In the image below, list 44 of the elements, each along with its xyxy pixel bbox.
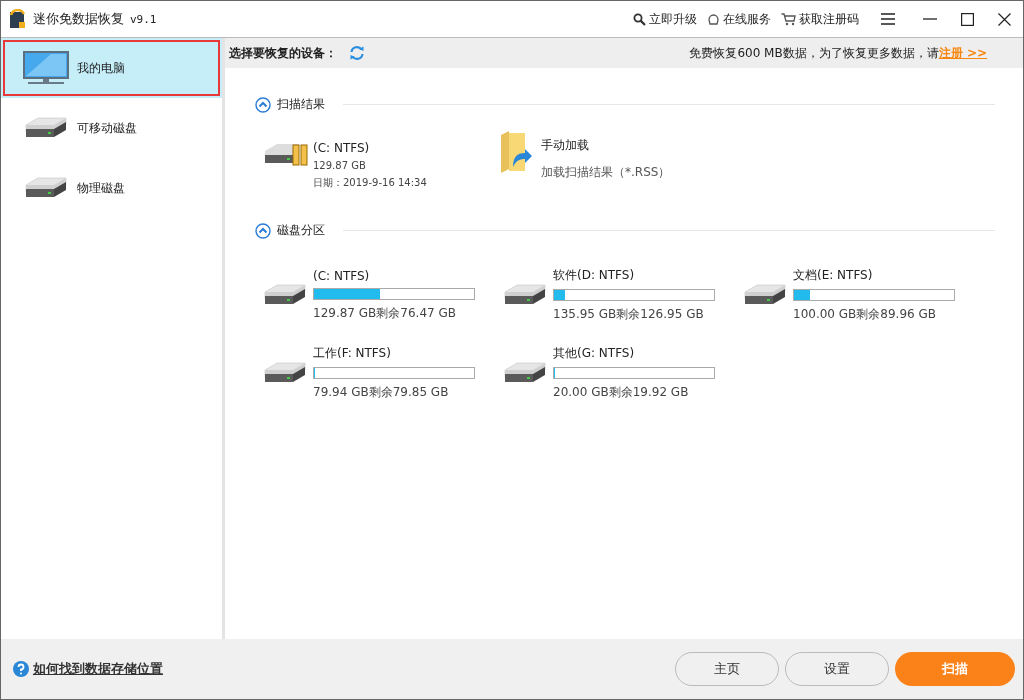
headset-icon <box>707 12 720 26</box>
menu-icon[interactable] <box>881 13 895 25</box>
footer-button[interactable]: 设置 <box>785 652 889 686</box>
title-link[interactable]: 获取注册码 <box>781 10 859 28</box>
usage-text: 135.95 GB剩余126.95 GB <box>553 306 705 323</box>
manual-load-subtitle: 加载扫描结果（*.RSS） <box>541 164 671 181</box>
section-title: 磁盘分区 <box>277 222 325 239</box>
partition-name: (C: NTFS) <box>313 268 371 283</box>
cart-icon <box>781 12 796 26</box>
collapse-icon[interactable] <box>255 222 271 239</box>
title-link[interactable]: 立即升级 <box>633 10 697 28</box>
usage-text: 129.87 GB剩余76.47 GB <box>313 304 458 322</box>
help-icon[interactable] <box>13 661 29 677</box>
app-logo-icon <box>9 9 27 29</box>
paused-drive-icon <box>263 141 309 167</box>
drive-size: 129.87 GB <box>313 160 367 171</box>
monitor-icon <box>23 51 69 85</box>
usage-text: 100.00 GB剩余89.96 GB <box>793 306 938 323</box>
partition-name: 其他(G: NTFS) <box>553 345 636 362</box>
partition-name: 文档(E: NTFS) <box>793 267 874 284</box>
scan-date: 日期：2019-9-16 14:34 <box>313 176 427 190</box>
usage-text: 79.94 GB剩余79.85 GB <box>313 384 450 401</box>
title-link[interactable]: 在线服务 <box>707 10 771 28</box>
partition-name: 软件(D: NTFS) <box>553 267 636 284</box>
footer-button[interactable]: 主页 <box>675 652 779 686</box>
version-label: v9.1 <box>130 12 157 26</box>
sidebar-item[interactable]: 可移动磁盘 <box>1 98 222 158</box>
sidebar-item[interactable]: 物理磁盘 <box>1 158 222 218</box>
sidebar-item[interactable]: 我的电脑 <box>1 38 222 98</box>
close-icon[interactable] <box>998 12 1011 26</box>
help-link[interactable]: 如何找到数据存储位置 <box>33 660 163 678</box>
refresh-icon[interactable] <box>349 45 365 61</box>
usage-text: 20.00 GB剩余19.92 GB <box>553 384 690 401</box>
collapse-icon[interactable] <box>255 96 271 113</box>
section-title: 扫描结果 <box>277 96 325 113</box>
window-title: 迷你免数据恢复 <box>33 10 124 28</box>
drive-name: (C: NTFS) <box>313 141 371 155</box>
folder-arrow-icon <box>499 131 533 173</box>
free-quota-notice: 免费恢复600 MB数据，为了恢复更多数据，请注册 >> <box>689 44 987 62</box>
device-prompt: 选择要恢复的设备： <box>229 44 337 62</box>
manual-load-title[interactable]: 手动加载 <box>541 137 671 154</box>
partition-name: 工作(F: NTFS) <box>313 345 392 362</box>
maximize-icon[interactable] <box>961 12 974 26</box>
magnifier-icon <box>633 12 646 26</box>
